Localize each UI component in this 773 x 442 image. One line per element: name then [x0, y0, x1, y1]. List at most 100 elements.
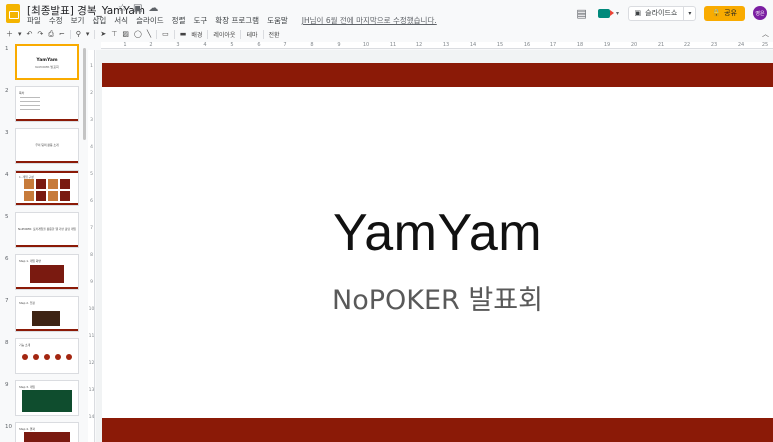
slide-number: 10: [5, 424, 12, 430]
menu-format[interactable]: 서식: [114, 15, 128, 26]
slide-number: 3: [5, 130, 9, 136]
menu-arrange[interactable]: 정렬: [172, 15, 186, 26]
line-icon[interactable]: ╲: [147, 30, 151, 38]
ruler-tick: 2: [149, 42, 153, 48]
slide-number: 1: [5, 46, 9, 52]
menu-view[interactable]: 보기: [71, 15, 85, 26]
paint-format-icon[interactable]: ⌐: [59, 30, 65, 38]
ruler-tick: 6: [257, 42, 261, 48]
select-tool-icon[interactable]: ➤: [100, 30, 106, 38]
menu-file[interactable]: 파일: [27, 15, 41, 26]
menu-help[interactable]: 도움말: [267, 15, 288, 26]
current-slide[interactable]: YamYam NoPOKER 발표회: [102, 63, 773, 442]
filmstrip-item[interactable]: 6 Step 1. 게임 화면: [0, 254, 86, 292]
shape-icon[interactable]: ◯: [134, 30, 142, 38]
account-avatar[interactable]: 영은: [753, 6, 767, 20]
menu-bar: 파일 수정 보기 삽입 서식 슬라이드 정렬 도구 확장 프로그램 도움말 JH…: [27, 15, 437, 26]
title-icons: ☆ ▣ ☁: [118, 3, 158, 14]
slide-thumbnail[interactable]: 우리 팀의 활동 소개: [15, 128, 79, 164]
ruler-tick: 2: [90, 91, 93, 96]
comment-add-icon[interactable]: ▭: [162, 30, 169, 38]
thumbnail-band: [16, 161, 78, 163]
layout-button[interactable]: 레이아웃: [213, 30, 235, 39]
redo-icon[interactable]: ↷: [37, 30, 43, 38]
last-edit-link[interactable]: JH님이 6월 전에 마지막으로 수정했습니다.: [302, 15, 437, 26]
slide-thumbnail[interactable]: YamYam NoPOKER 발표회: [15, 44, 79, 80]
thumbnail-heading: 기능 소개: [19, 343, 31, 347]
menu-tools[interactable]: 도구: [193, 15, 207, 26]
ruler-tick: 3: [176, 42, 180, 48]
ruler-tick: 12: [415, 42, 423, 48]
zoom-dropdown-icon[interactable]: ▾: [86, 30, 90, 38]
theme-button[interactable]: 테마: [246, 30, 257, 39]
cloud-status-icon[interactable]: ☁: [148, 3, 158, 14]
menu-insert[interactable]: 삽입: [92, 15, 106, 26]
thumbnail-band: [16, 171, 78, 173]
filmstrip-item[interactable]: 4 1. 게임 구성: [0, 170, 86, 208]
thumbnail-band: [16, 203, 78, 205]
transition-button[interactable]: 전환: [269, 30, 280, 39]
image-icon[interactable]: ▨: [122, 30, 129, 38]
background-color-icon[interactable]: ▬: [180, 30, 187, 38]
undo-icon[interactable]: ↶: [27, 30, 33, 38]
slides-logo-icon[interactable]: [6, 4, 20, 23]
slide-number: 4: [5, 172, 9, 178]
ruler-tick: 4: [90, 145, 93, 150]
ruler-tick: 22: [683, 42, 691, 48]
slide-thumbnail[interactable]: NoPOKER: 포커게임을 활용한 웹 기반 홀덤 게임: [15, 212, 79, 248]
menu-slide[interactable]: 슬라이드: [136, 15, 164, 26]
slideshow-start[interactable]: ▣ 슬라이드쇼: [629, 6, 685, 20]
text-box-icon[interactable]: ⊤: [111, 30, 117, 38]
slide-number: 2: [5, 88, 9, 94]
slide-thumbnail[interactable]: Step 4. 결과: [15, 422, 79, 442]
ruler-tick: 1: [123, 42, 127, 48]
menu-edit[interactable]: 수정: [49, 15, 63, 26]
filmstrip-item[interactable]: 1 YamYam NoPOKER 발표회: [0, 44, 86, 82]
filmstrip-item[interactable]: 8 기능 소개: [0, 338, 86, 376]
vertical-ruler[interactable]: 1 2 3 4 5 6 7 8 9 10 11 12 13 14: [88, 50, 95, 442]
slide-number: 7: [5, 298, 9, 304]
ruler-tick: 24: [737, 42, 745, 48]
slide-thumbnail[interactable]: 기능 소개: [15, 338, 79, 374]
meet-button[interactable]: ▾: [598, 6, 620, 20]
slide-subtitle[interactable]: NoPOKER 발표회: [102, 278, 773, 317]
filmstrip-item[interactable]: 5 NoPOKER: 포커게임을 활용한 웹 기반 홀덤 게임: [0, 212, 86, 250]
filmstrip-item[interactable]: 2 목차: [0, 86, 86, 124]
slide-thumbnail[interactable]: 1. 게임 구성: [15, 170, 79, 206]
ruler-tick: 10: [362, 42, 370, 48]
ruler-tick: 21: [657, 42, 665, 48]
share-button[interactable]: 🔒 공유: [704, 5, 745, 21]
filmstrip-scrollbar[interactable]: [83, 48, 86, 140]
slideshow-button[interactable]: ▣ 슬라이드쇼 ▾: [627, 5, 697, 21]
zoom-icon[interactable]: ⚲: [76, 30, 81, 38]
collapse-toolbar-icon[interactable]: ︿: [762, 29, 769, 39]
slide-header-band: [102, 63, 773, 87]
background-button[interactable]: 배경: [191, 30, 202, 39]
slide-thumbnail[interactable]: Step 1. 게임 화면: [15, 254, 79, 290]
thumbnail-heading: Step 2. 입장: [19, 301, 35, 305]
menu-extensions[interactable]: 확장 프로그램: [215, 15, 259, 26]
new-slide-icon[interactable]: ＋: [6, 29, 13, 39]
slide-title[interactable]: YamYam: [102, 203, 773, 263]
filmstrip-item[interactable]: 10 Step 4. 결과: [0, 422, 86, 442]
present-icon: ▣: [634, 9, 642, 17]
star-icon[interactable]: ☆: [118, 3, 127, 14]
move-folder-icon[interactable]: ▣: [133, 3, 142, 14]
ruler-tick: 7: [283, 42, 287, 48]
print-icon[interactable]: ⎙: [48, 30, 54, 39]
thumbnail-cards: [24, 179, 70, 201]
ruler-tick: 1: [90, 64, 93, 69]
slide-thumbnail[interactable]: 목차: [15, 86, 79, 122]
slideshow-dropdown-icon[interactable]: ▾: [684, 10, 695, 17]
new-slide-dropdown-icon[interactable]: ▾: [18, 30, 22, 38]
horizontal-ruler[interactable]: 1 2 3 4 5 6 7 8 9 10 11 12 13 14 15 16 1…: [101, 42, 773, 49]
thumbnail-image: [32, 311, 60, 326]
comments-icon[interactable]: ▤: [574, 5, 590, 21]
filmstrip-item[interactable]: 9 Step 3. 게임: [0, 380, 86, 418]
slide-thumbnail[interactable]: Step 2. 입장: [15, 296, 79, 332]
thumbnail-heading: Step 3. 게임: [19, 385, 35, 389]
slide-thumbnail[interactable]: Step 3. 게임: [15, 380, 79, 416]
filmstrip-item[interactable]: 7 Step 2. 입장: [0, 296, 86, 334]
filmstrip-item[interactable]: 3 우리 팀의 활동 소개: [0, 128, 86, 166]
thumbnail-list: [20, 97, 74, 113]
